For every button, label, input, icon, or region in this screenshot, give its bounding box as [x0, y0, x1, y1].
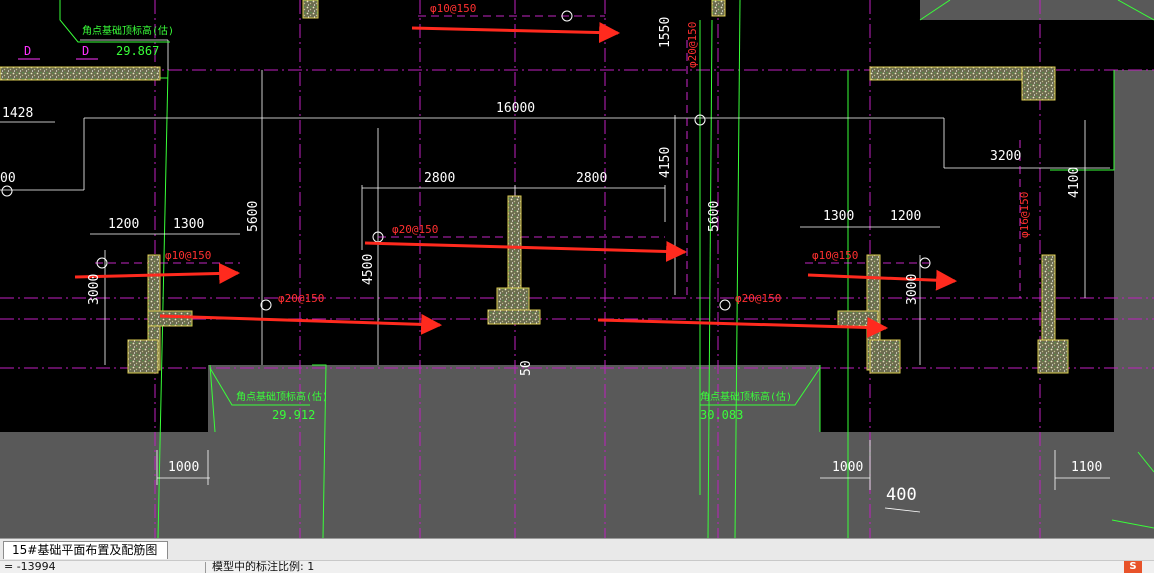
dim-4100: 4100 [1067, 167, 1082, 198]
dim-5600-a: 5600 [246, 201, 261, 232]
ime-icon[interactable]: S [1124, 561, 1142, 573]
cad-drawing-canvas[interactable]: 16000 2800 2800 1300 1200 1300 1200 5600… [0, 0, 1154, 538]
dim-16000: 16000 [496, 101, 535, 116]
dim-partial: 00 [0, 171, 16, 186]
dim-1428: 1428 [2, 106, 33, 121]
elevation-leaders [59, 0, 821, 406]
status-bar: = -13994 模型中的标注比例: 1 S [0, 560, 1154, 573]
dim-1000-b: 1000 [832, 460, 863, 475]
dim-1200-a: 1200 [108, 217, 139, 232]
dim-1000-a: 1000 [168, 460, 199, 475]
elevation-value-2: 29.912 [272, 408, 315, 422]
dim-1200-b: 1200 [890, 209, 921, 224]
elevation-title-2: 角点基础顶标高(估) [236, 390, 328, 403]
rebar-label-5: φ20@150 [278, 292, 324, 305]
dim-3000-a: 3000 [87, 274, 102, 305]
rebar-label-3: φ10@150 [812, 249, 858, 262]
dim-4150: 4150 [658, 147, 673, 178]
rebar-lines [95, 15, 1021, 300]
dim-1300-a: 1300 [173, 217, 204, 232]
rebar-label-6: φ20@150 [735, 292, 781, 305]
elevation-title-1: 角点基础顶标高(估) [82, 24, 174, 37]
dim-2800-b: 2800 [576, 171, 607, 186]
annotation-scale[interactable]: 模型中的标注比例: 1 [212, 561, 314, 573]
section-tag-2: D [82, 44, 89, 58]
rebar-texts: φ10@150 φ10@150 φ10@150 φ20@150 φ20@150 … [165, 2, 1031, 305]
sheet-tab-active[interactable]: 15#基础平面布置及配筋图 [3, 541, 169, 559]
rebar-label-8: φ16@150 [1018, 192, 1031, 238]
section-tag-1: D [24, 44, 31, 58]
rebar-label-1: φ10@150 [430, 2, 476, 15]
arrow-2 [364, 240, 688, 262]
elevation-value-3: 30.083 [700, 408, 743, 422]
dim-1300-b: 1300 [823, 209, 854, 224]
elevation-value-1: 29.867 [116, 44, 159, 58]
coordinate-readout: = -13994 [4, 560, 56, 573]
rebar-label-4: φ20@150 [392, 223, 438, 236]
rebar-label-7: φ20@150 [686, 22, 699, 68]
dim-50: 50 [519, 360, 534, 376]
sheet-tab-bar: 15#基础平面布置及配筋图 [0, 538, 1154, 561]
arrow-4 [807, 269, 958, 291]
dim-1550: 1550 [658, 17, 673, 48]
dim-400: 400 [886, 485, 917, 505]
dim-3000-b: 3000 [905, 274, 920, 305]
dim-1100: 1100 [1071, 460, 1102, 475]
status-separator [205, 562, 206, 573]
outer-area [0, 0, 1154, 538]
section-tags: D D [18, 44, 98, 60]
dim-3200: 3200 [990, 149, 1021, 164]
dim-2800-a: 2800 [424, 171, 455, 186]
dim-5600-b: 5600 [707, 201, 722, 232]
elevation-title-3: 角点基础顶标高(估) [700, 390, 792, 403]
rebar-label-2: φ10@150 [165, 249, 211, 262]
dim-4500: 4500 [361, 254, 376, 285]
